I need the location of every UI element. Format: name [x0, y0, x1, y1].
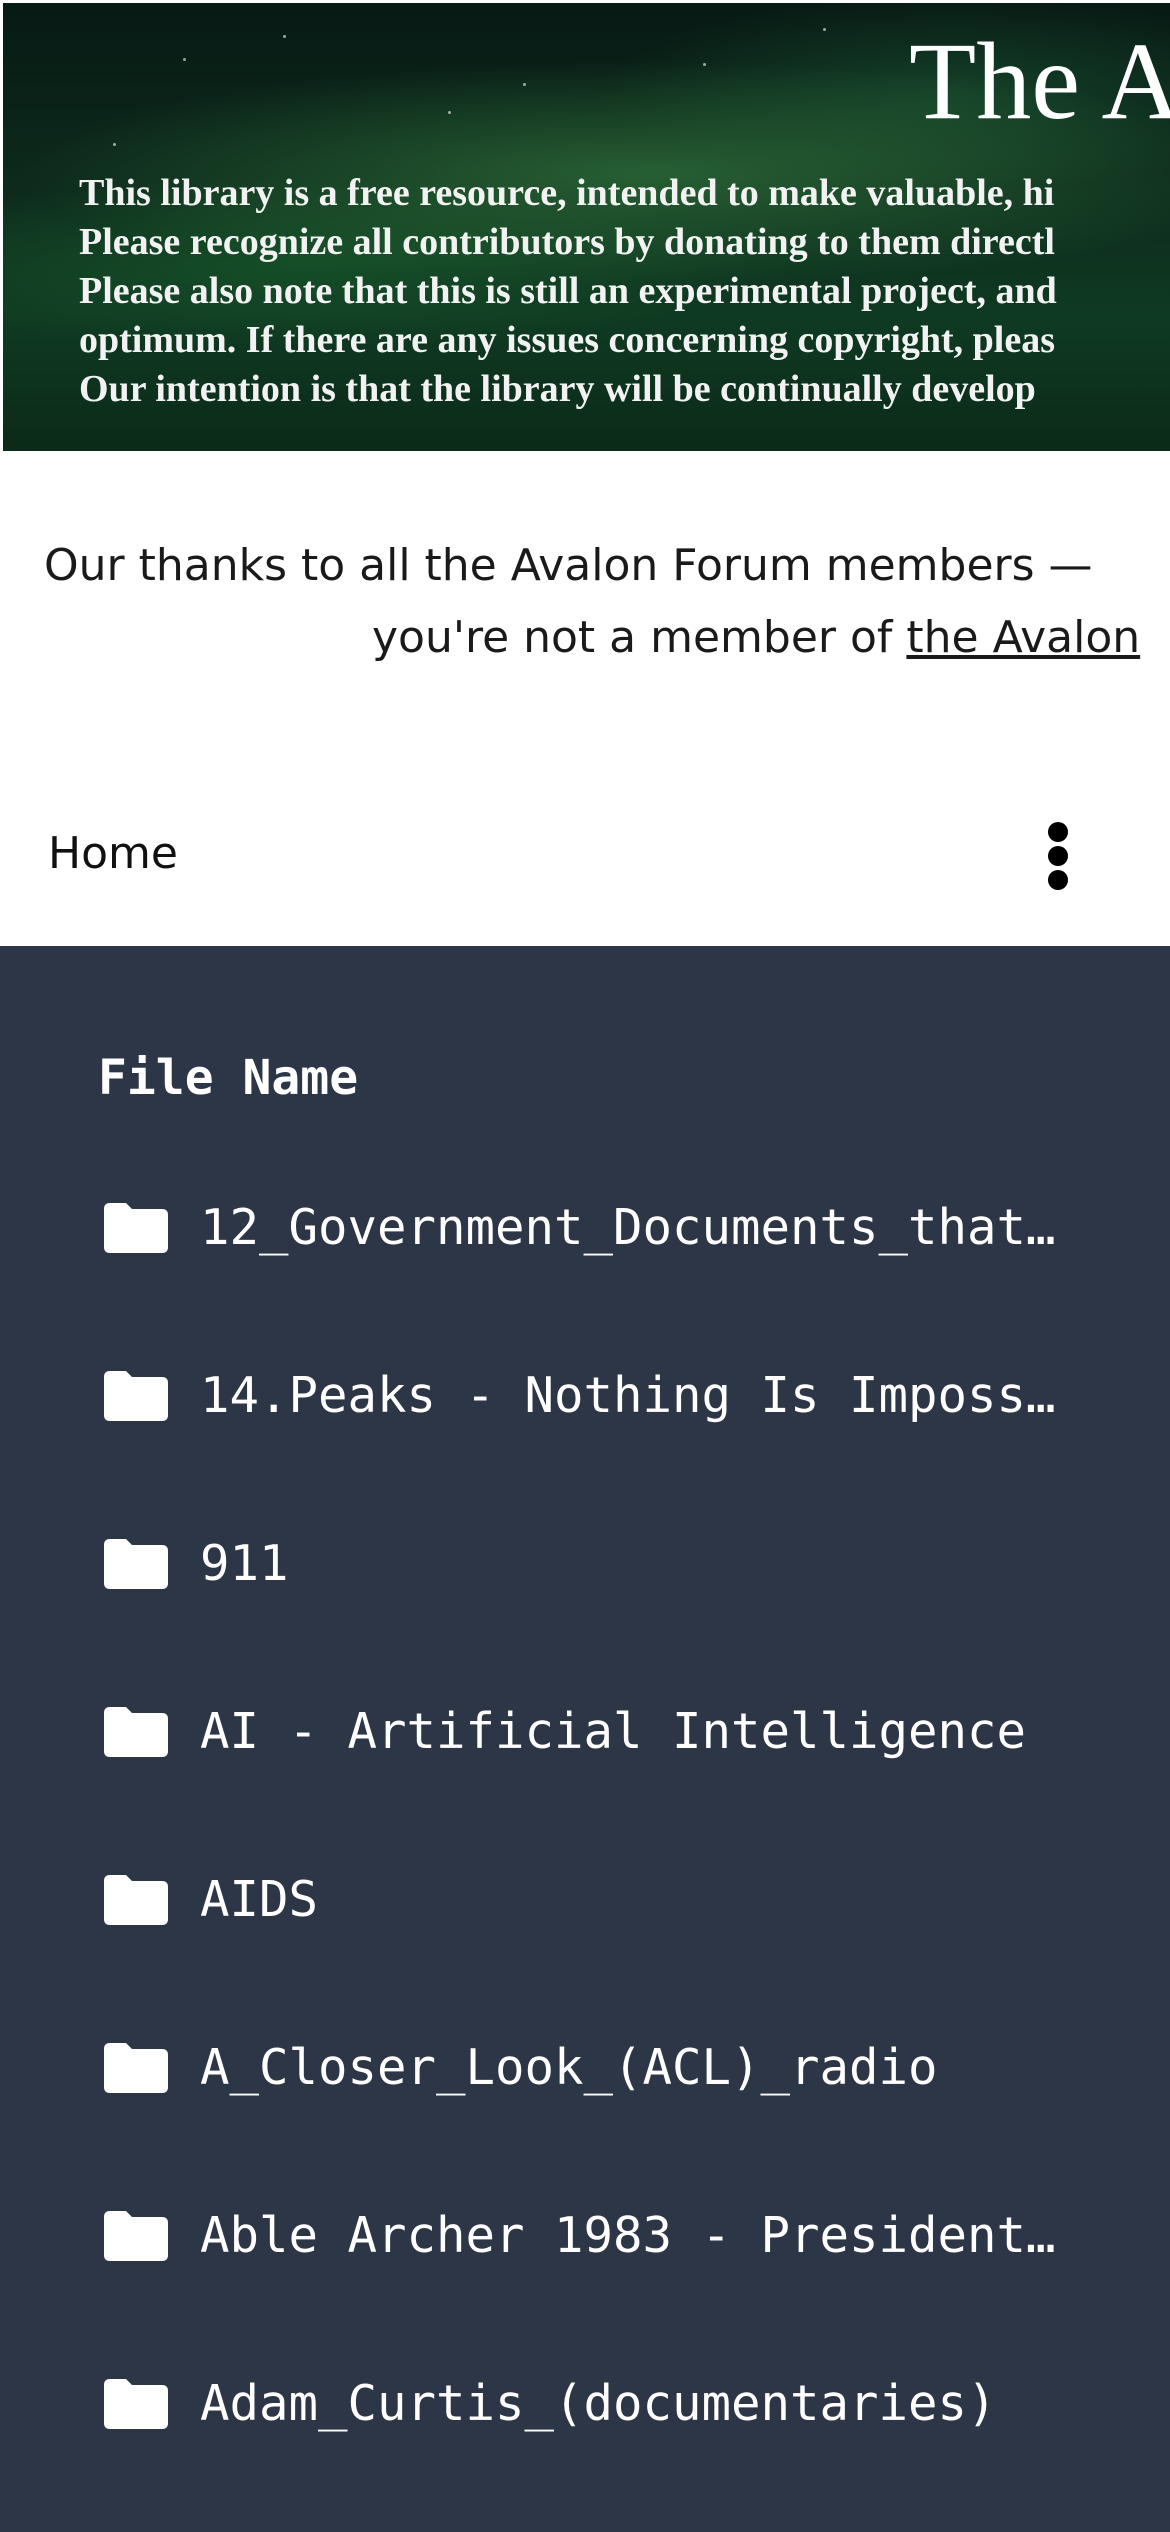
file-list-panel: File Name 12_Government_Documents_that_R…: [0, 946, 1170, 2532]
folder-name: A_Closer_Look_(ACL)_radio: [200, 2039, 938, 2096]
library-banner: The A This library is a free resource, i…: [3, 3, 1170, 451]
page: The A This library is a free resource, i…: [0, 0, 1170, 2532]
file-name-column-header[interactable]: File Name: [98, 1046, 358, 1110]
banner-line: Please also note that this is still an e…: [79, 270, 1057, 312]
folder-icon: [104, 2379, 168, 2429]
folder-name: AIDS: [200, 1871, 319, 1928]
thanks-line-1: Our thanks to all the Avalon Forum membe…: [44, 540, 1093, 591]
thanks-line-2: you're not a member of the Avalon: [372, 602, 1140, 674]
folder-icon: [104, 2211, 168, 2261]
folder-icon: [104, 1203, 168, 1253]
folder-name: 14.Peaks - Nothing Is Impossible: [200, 1367, 1066, 1424]
folder-icon: [104, 1875, 168, 1925]
file-row[interactable]: Able Archer 1983 - President's Analysis: [0, 2184, 1170, 2352]
banner-line: Please recognize all contributors by don…: [79, 221, 1055, 263]
folder-name: Adam_Curtis_(documentaries): [200, 2375, 997, 2432]
banner-line: This library is a free resource, intende…: [79, 172, 1055, 214]
file-row[interactable]: Adam_Curtis_(documentaries): [0, 2352, 1170, 2520]
folder-icon: [104, 1539, 168, 1589]
file-row[interactable]: A_Closer_Look_(ACL)_radio: [0, 2016, 1170, 2184]
top-nav: Home: [0, 770, 1170, 946]
folder-name: AI - Artificial Intelligence: [200, 1703, 1027, 1760]
banner-description: This library is a free resource, intende…: [79, 169, 1057, 414]
avalon-forum-link[interactable]: the Avalon: [906, 612, 1140, 663]
file-row[interactable]: AI - Artificial Intelligence: [0, 1680, 1170, 1848]
more-vertical-icon[interactable]: [1030, 810, 1086, 900]
home-link[interactable]: Home: [48, 822, 178, 886]
file-row[interactable]: AIDS: [0, 1848, 1170, 2016]
folder-icon: [104, 2043, 168, 2093]
folder-icon: [104, 1707, 168, 1757]
banner-line: Our intention is that the library will b…: [79, 368, 1036, 410]
folder-icon: [104, 1371, 168, 1421]
file-row[interactable]: 14.Peaks - Nothing Is Impossible: [0, 1344, 1170, 1512]
file-row[interactable]: 911: [0, 1512, 1170, 1680]
file-list: 12_Government_Documents_that_Reveal_the_…: [0, 1176, 1170, 2520]
folder-name: Able Archer 1983 - President's Analysis: [200, 2207, 1066, 2264]
banner-line: optimum. If there are any issues concern…: [79, 319, 1056, 361]
file-row[interactable]: 12_Government_Documents_that_Reveal_the_…: [0, 1176, 1170, 1344]
folder-name: 12_Government_Documents_that_Reveal_the_…: [200, 1199, 1066, 1256]
banner-title: The A: [909, 20, 1170, 142]
thanks-line-2-text: you're not a member of: [372, 612, 907, 663]
folder-name: 911: [200, 1535, 289, 1592]
